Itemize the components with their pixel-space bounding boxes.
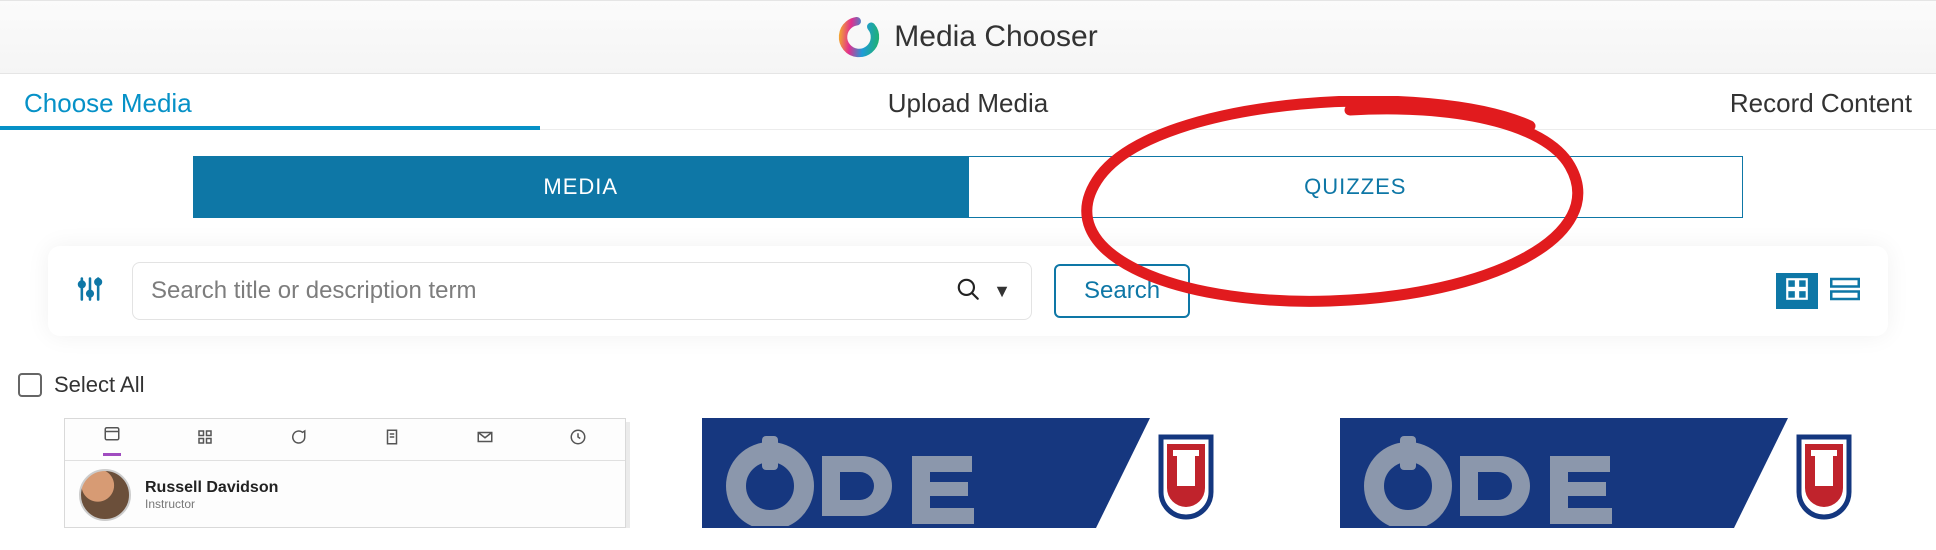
tab-choose-media[interactable]: Choose Media — [24, 88, 653, 129]
search-button[interactable]: Search — [1054, 264, 1190, 318]
user-avatar-icon — [79, 469, 131, 521]
filter-button[interactable] — [70, 271, 110, 311]
user-name: Russell Davidson — [145, 479, 278, 497]
subtab-media[interactable]: MEDIA — [194, 157, 968, 217]
media-thumbnail-preview — [702, 418, 1276, 528]
subtab-toggle: MEDIA QUIZZES — [193, 156, 1743, 218]
media-item[interactable] — [1340, 418, 1914, 528]
media-item[interactable]: Russell Davidson Instructor — [64, 418, 638, 528]
search-panel: ▼ Search — [48, 246, 1888, 336]
tab-record-content-label: Record Content — [1730, 88, 1912, 118]
subtab-quizzes[interactable]: QUIZZES — [968, 157, 1743, 217]
grid-small-icon — [196, 428, 214, 451]
doc-icon — [383, 428, 401, 451]
tab-upload-media-label: Upload Media — [888, 88, 1048, 118]
brand-crest-icon — [1734, 418, 1914, 528]
brand-crest-icon — [1096, 418, 1276, 528]
media-item[interactable] — [702, 418, 1276, 528]
grid-icon — [1784, 276, 1810, 307]
titlebar: Media Chooser — [0, 0, 1936, 74]
media-thumbnail-preview: Russell Davidson Instructor — [64, 418, 626, 528]
media-grid: Russell Davidson Instructor — [64, 418, 1936, 528]
tab-record-content[interactable]: Record Content — [1283, 88, 1912, 129]
select-all-label: Select All — [54, 372, 145, 398]
sliders-icon — [76, 275, 104, 308]
search-icon — [955, 276, 981, 307]
clock-icon — [569, 428, 587, 451]
ode-logo-icon — [722, 418, 982, 528]
media-thumbnail-preview — [1340, 418, 1914, 528]
subtab-media-label: MEDIA — [543, 174, 618, 200]
tab-choose-media-label: Choose Media — [24, 88, 192, 118]
app-title: Media Chooser — [894, 20, 1097, 54]
select-all-checkbox[interactable] — [18, 373, 42, 397]
chat-icon — [289, 428, 307, 451]
tab-upload-media[interactable]: Upload Media — [653, 88, 1282, 129]
search-input-container: ▼ — [132, 262, 1032, 320]
app-logo-icon — [838, 16, 880, 58]
search-options-dropdown[interactable]: ▼ — [991, 281, 1013, 302]
search-button-label: Search — [1084, 277, 1160, 304]
subtab-toggle-wrap: MEDIA QUIZZES — [0, 156, 1936, 218]
subtab-quizzes-label: QUIZZES — [1304, 174, 1406, 200]
ode-logo-icon — [1360, 418, 1620, 528]
list-view-button[interactable] — [1824, 273, 1866, 309]
active-tab-underline — [0, 126, 540, 130]
user-info: Russell Davidson Instructor — [145, 479, 278, 511]
grid-view-button[interactable] — [1776, 273, 1818, 309]
select-all-row: Select All — [18, 372, 1936, 398]
mail-icon — [476, 428, 494, 451]
search-input[interactable] — [151, 277, 945, 305]
preview-toolbar — [65, 419, 625, 461]
view-toggle — [1776, 273, 1866, 309]
list-icon — [1830, 276, 1860, 307]
main-nav: Choose Media Upload Media Record Content — [0, 74, 1936, 130]
user-role: Instructor — [145, 497, 278, 511]
calendar-icon — [103, 424, 121, 456]
